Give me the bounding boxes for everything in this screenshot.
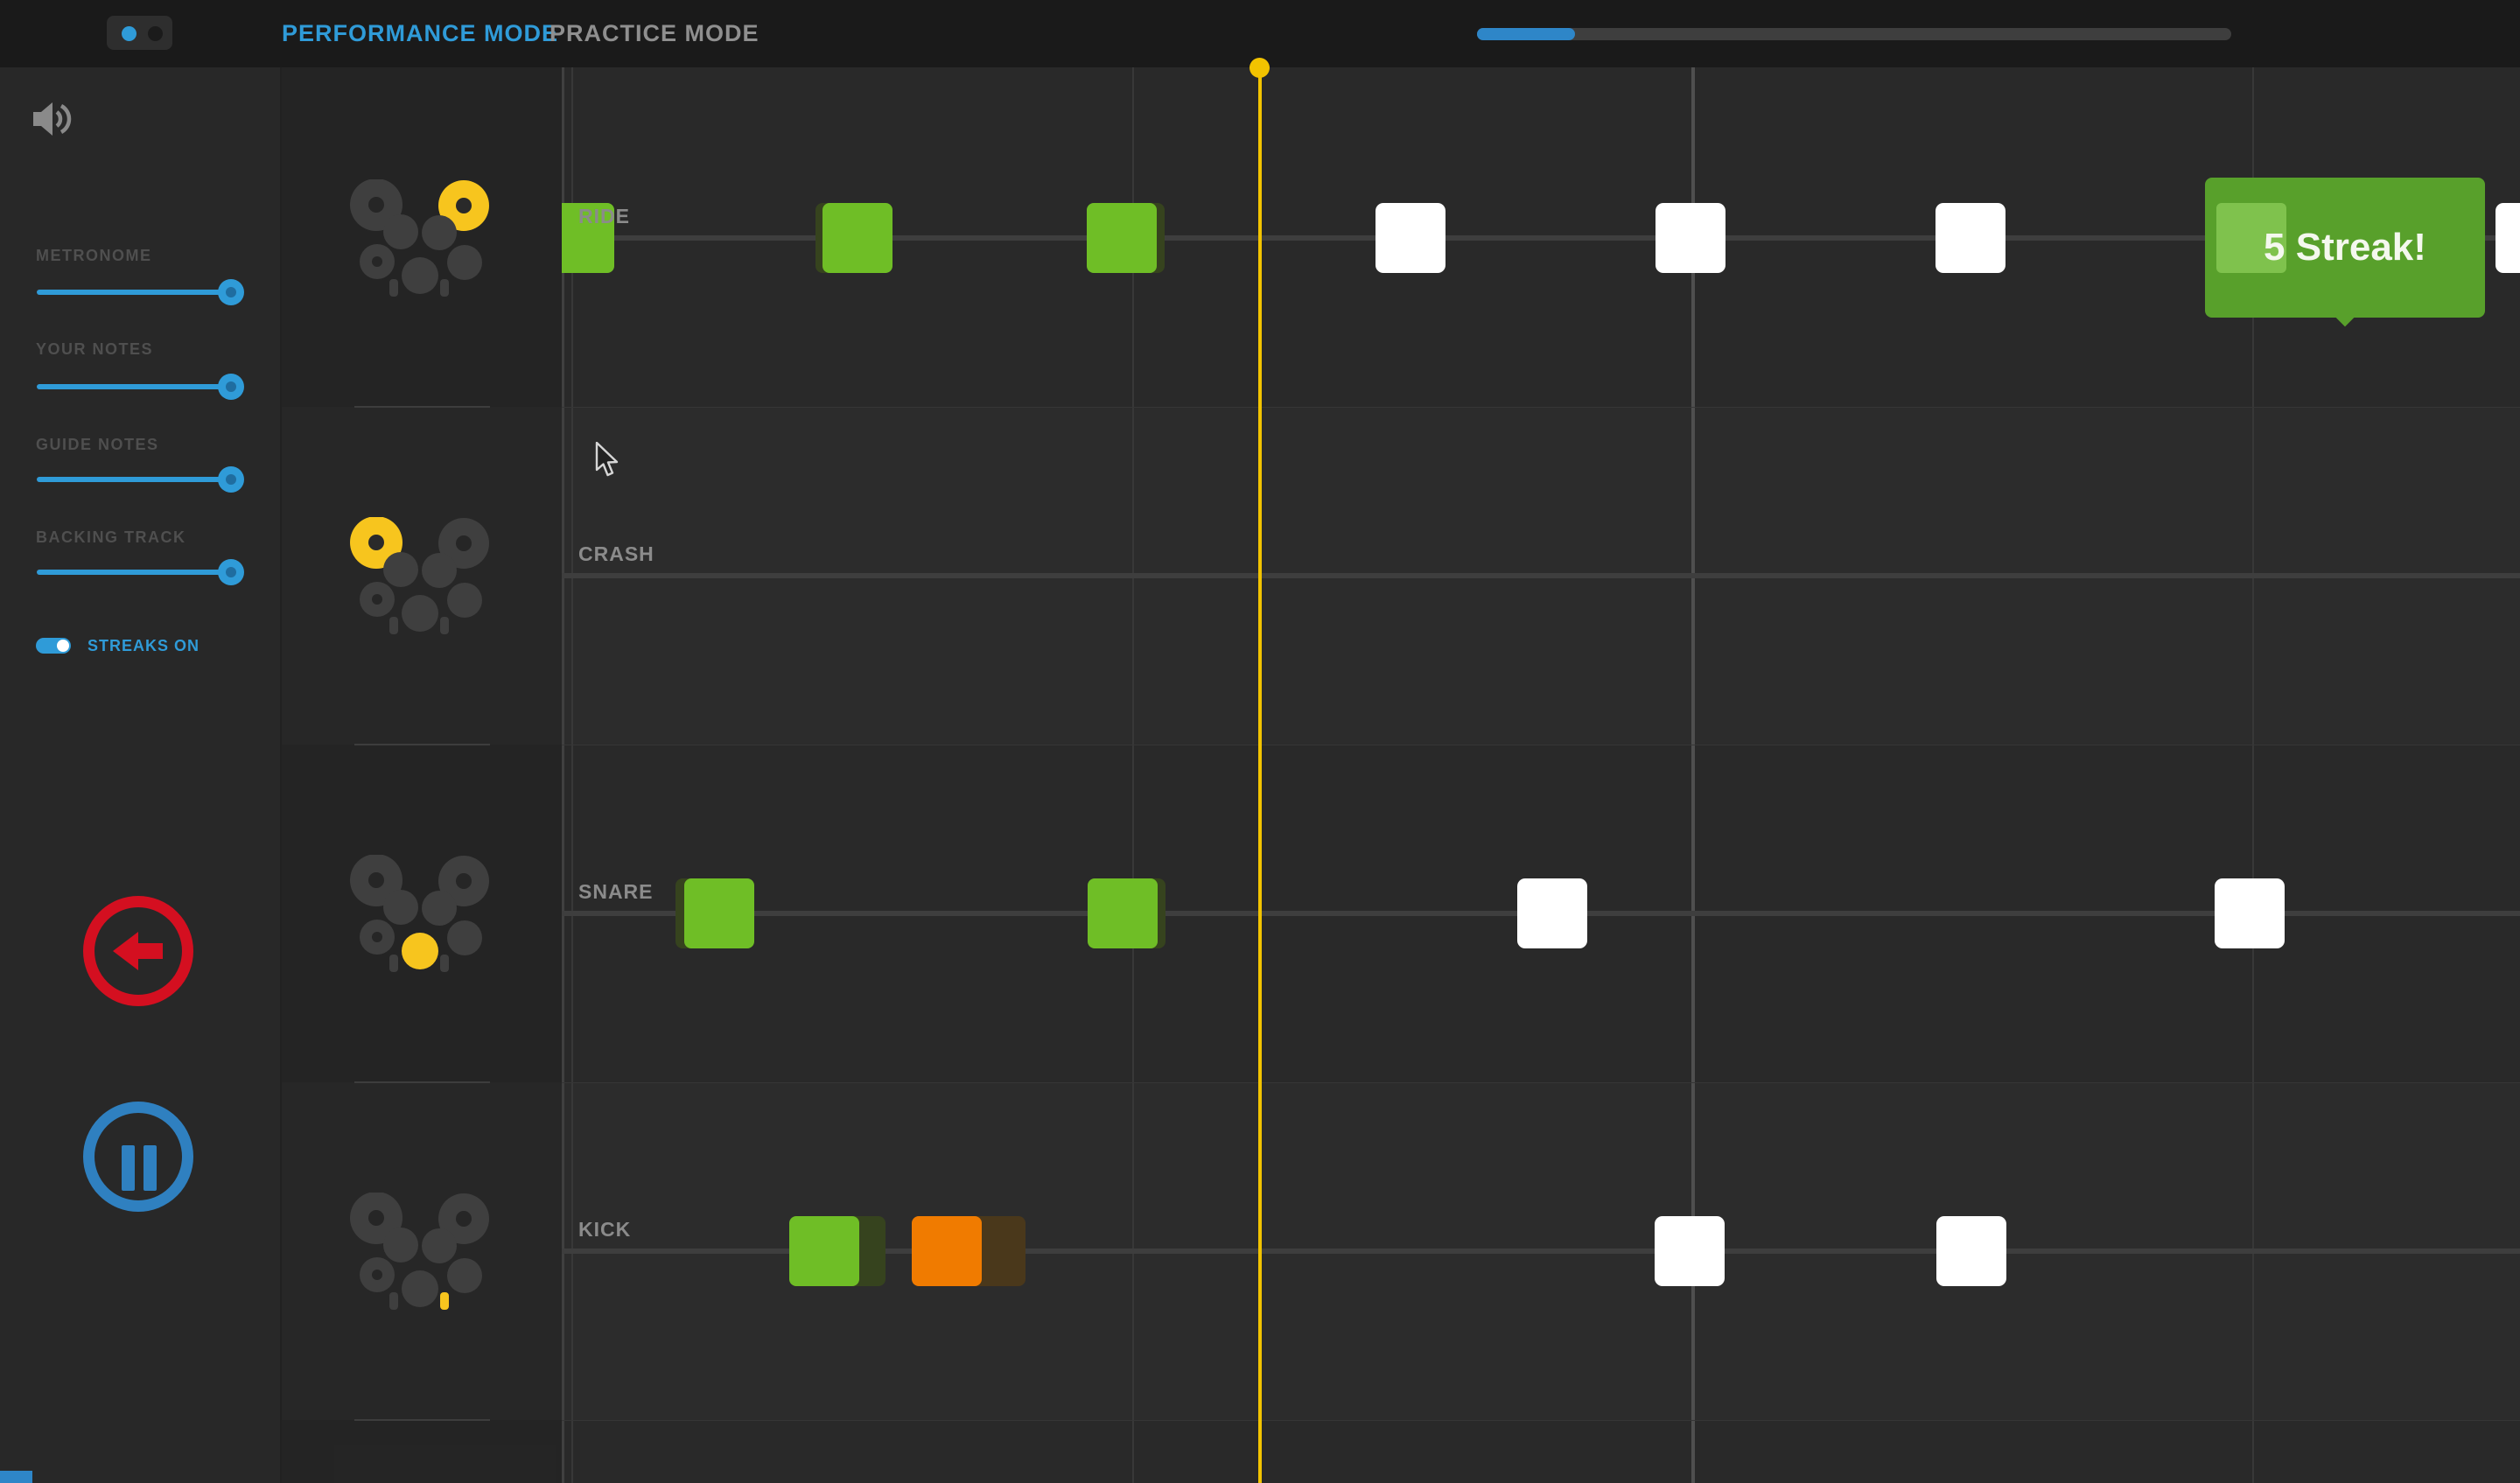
slider-track-3[interactable]	[37, 570, 231, 575]
tom2-pad-icon	[422, 891, 457, 926]
tab-performance-mode[interactable]: PERFORMANCE MODE	[282, 0, 558, 67]
app-window: RIDE CRASH SNARE KICK 5 Streak! PERFORMANCE …	[0, 0, 2520, 1483]
slider-track-0[interactable]	[37, 290, 231, 295]
icon-column-separator	[354, 1419, 490, 1421]
timeline-area: RIDE CRASH SNARE KICK 5 Streak!	[280, 67, 2520, 1483]
hit-note-snare	[684, 878, 754, 948]
hit-note-ride	[1087, 203, 1157, 273]
kick-pedal-icon	[440, 955, 449, 972]
slider-handle-3[interactable]	[218, 559, 244, 585]
slider-track-2[interactable]	[37, 477, 231, 482]
pause-icon	[122, 1145, 135, 1191]
slider-handle-0[interactable]	[218, 279, 244, 305]
pause-button[interactable]	[83, 1102, 193, 1212]
drum-kit-icon-ride	[350, 179, 490, 297]
hit-note-kick	[789, 1216, 859, 1286]
slider-label-guide-notes: GUIDE NOTES	[36, 436, 263, 454]
tom1-pad-icon	[383, 214, 418, 249]
drum-icon-column	[280, 67, 562, 1483]
hihat-pedal-icon	[389, 955, 398, 972]
tom1-pad-icon	[383, 890, 418, 925]
tom2-pad-icon	[422, 553, 457, 588]
upcoming-note-kick	[1936, 1216, 2006, 1286]
streaks-toggle-label: STREAKS ON	[88, 637, 200, 655]
slider-track-1[interactable]	[37, 384, 231, 389]
icon-column-separator	[354, 1081, 490, 1083]
lane-separator-line	[562, 1082, 2520, 1083]
floor-tom-pad-icon	[447, 245, 482, 280]
hihat-pedal-icon	[389, 1292, 398, 1310]
snare-pad-icon	[402, 595, 438, 632]
lane-center-line-crash	[562, 573, 2520, 578]
upcoming-note-ride	[1936, 203, 2006, 273]
note-grid: RIDE CRASH SNARE KICK 5 Streak!	[562, 67, 2520, 1483]
lane-label-crash: CRASH	[578, 542, 654, 566]
drum-kit-icon-snare	[350, 855, 490, 973]
streak-badge-label: 5 Streak!	[2205, 178, 2485, 318]
lane-separator-line	[562, 407, 2520, 408]
song-progress-fill	[1477, 28, 1575, 40]
icon-column-separator	[354, 744, 490, 745]
beat-line	[1132, 67, 1134, 1483]
upcoming-note-snare	[1517, 878, 1587, 948]
streak-badge: 5 Streak!	[2205, 178, 2485, 318]
lane-separator-line	[562, 1420, 2520, 1421]
missed-note-kick	[912, 1216, 982, 1286]
tom2-pad-icon	[422, 1228, 457, 1263]
drum-kit-icon-crash	[350, 517, 490, 635]
upcoming-note-ride	[1376, 203, 1446, 273]
upcoming-note-kick	[1655, 1216, 1725, 1286]
bottom-left-blue-strip	[0, 1471, 32, 1483]
slider-label-metronome: METRONOME	[36, 247, 263, 265]
drum-kit-icon-kick	[350, 1193, 490, 1311]
streaks-toggle[interactable]	[36, 638, 71, 654]
grid-left-border-line	[562, 67, 564, 1483]
view-dot-inactive-icon	[148, 26, 163, 41]
lane-label-snare: SNARE	[578, 880, 654, 904]
tom1-pad-icon	[383, 552, 418, 587]
back-button[interactable]	[83, 896, 193, 1006]
snare-pad-icon	[402, 1270, 438, 1307]
hit-note-ride	[822, 203, 892, 273]
icon-column-separator	[354, 406, 490, 408]
playhead-line[interactable]	[1258, 67, 1262, 1483]
slider-label-backing-track: BACKING TRACK	[36, 528, 263, 547]
song-progress-bar	[1477, 28, 2231, 40]
kick-pedal-icon	[440, 1292, 449, 1310]
upcoming-note-ride	[1656, 203, 1726, 273]
hit-note-snare	[1088, 878, 1158, 948]
upcoming-note-snare	[2215, 878, 2285, 948]
view-dot-active-icon	[122, 26, 136, 41]
floor-tom-pad-icon	[447, 1258, 482, 1293]
tom1-pad-icon	[383, 1228, 418, 1263]
snare-pad-icon	[402, 933, 438, 969]
floor-tom-pad-icon	[447, 920, 482, 955]
kick-pedal-icon	[440, 279, 449, 297]
upcoming-note-ride	[2496, 203, 2520, 273]
left-panel: METRONOME YOUR NOTES GUIDE NOTES BACKING TR…	[0, 67, 282, 1483]
hihat-pedal-icon	[389, 279, 398, 297]
lane-label-ride: RIDE	[578, 205, 630, 228]
tom2-pad-icon	[422, 215, 457, 250]
lane-label-kick: KICK	[578, 1218, 631, 1242]
floor-tom-pad-icon	[447, 583, 482, 618]
kick-pedal-icon	[440, 617, 449, 634]
slider-label-your-notes: YOUR NOTES	[36, 340, 263, 359]
slider-handle-2[interactable]	[218, 466, 244, 493]
tab-practice-mode[interactable]: PRACTICE MODE	[550, 0, 760, 67]
back-arrow-icon	[111, 930, 165, 972]
beat-line	[571, 67, 573, 1483]
view-toggle[interactable]	[107, 16, 172, 50]
speaker-icon	[33, 101, 75, 137]
streaks-toggle-knob	[57, 640, 69, 652]
hihat-pedal-icon	[389, 617, 398, 634]
mouse-cursor	[595, 442, 621, 479]
slider-handle-1[interactable]	[218, 374, 244, 400]
snare-pad-icon	[402, 257, 438, 294]
playhead-dot[interactable]	[1250, 58, 1270, 78]
pause-icon	[144, 1145, 157, 1191]
